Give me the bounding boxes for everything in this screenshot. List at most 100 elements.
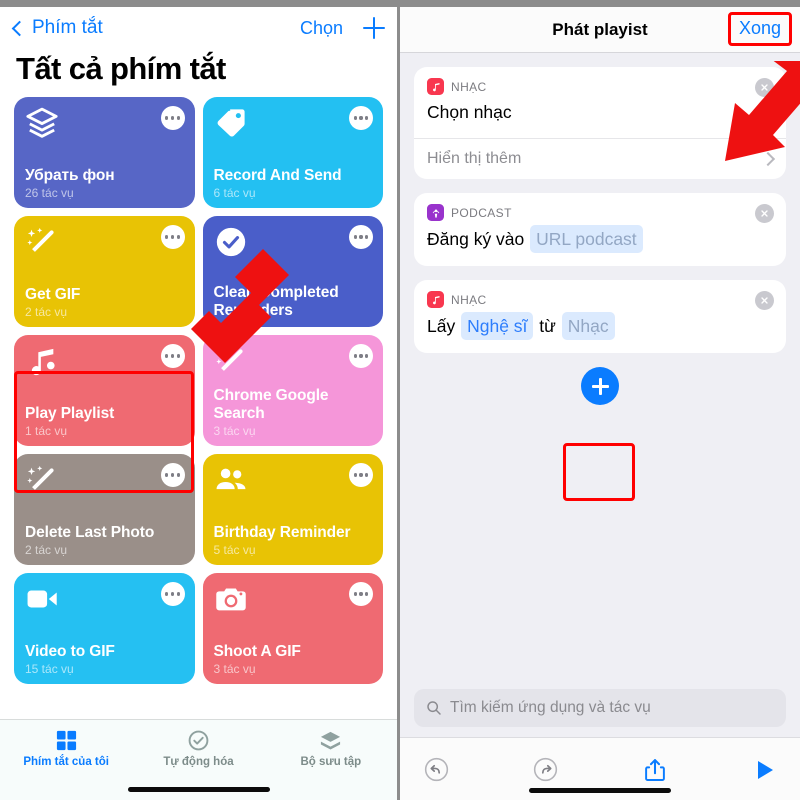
shortcut-card[interactable]: Clean Completed Reminders bbox=[202, 216, 383, 327]
action-description: Lấy Nghệ sĩ từ Nhạc bbox=[414, 308, 786, 353]
shortcut-subtitle: 1 tác vụ bbox=[25, 424, 68, 438]
action-remove-button[interactable] bbox=[755, 291, 774, 310]
shortcut-card[interactable]: Record And Send 6 tác vụ bbox=[202, 97, 383, 208]
action-description: Chọn nhạc bbox=[414, 95, 786, 138]
shortcut-more-button[interactable] bbox=[160, 225, 185, 249]
shortcut-title: Убрать фон bbox=[25, 166, 115, 184]
shortcut-title: Record And Send bbox=[213, 166, 342, 184]
tab-my-shortcuts[interactable]: Phím tắt của tôi bbox=[0, 728, 132, 768]
action-parameter-token[interactable]: URL podcast bbox=[530, 225, 643, 253]
shortcut-more-button[interactable] bbox=[160, 344, 185, 368]
action-card[interactable]: NHẠC Lấy Nghệ sĩ từ Nhạc bbox=[414, 280, 786, 353]
shortcut-title: Video to GIF bbox=[25, 642, 115, 660]
shortcut-card[interactable]: Chrome Google Search 3 tác vụ bbox=[202, 335, 383, 446]
action-app-name: NHẠC bbox=[451, 79, 487, 94]
tab-automation[interactable]: Tự động hóa bbox=[132, 728, 264, 768]
music-app-icon bbox=[427, 78, 444, 95]
add-action-row bbox=[400, 367, 800, 405]
shortcut-title: Shoot A GIF bbox=[213, 642, 301, 660]
shortcut-subtitle: 15 tác vụ bbox=[25, 662, 74, 676]
shortcut-title: Clean Completed Reminders bbox=[213, 284, 339, 319]
shortcut-more-button[interactable] bbox=[349, 106, 373, 130]
action-text: Lấy bbox=[427, 316, 456, 336]
play-icon[interactable] bbox=[752, 758, 776, 782]
shortcut-title: Birthday Reminder bbox=[213, 523, 351, 541]
editor-title: Phát playist bbox=[552, 19, 648, 39]
action-app-header: NHẠC bbox=[414, 67, 786, 95]
back-button-label: Phím tắt bbox=[32, 17, 103, 38]
shortcut-more-button[interactable] bbox=[349, 344, 373, 368]
magic-wand-icon bbox=[25, 463, 59, 497]
people-icon bbox=[214, 463, 248, 497]
done-button[interactable]: Xong bbox=[734, 16, 786, 41]
search-input[interactable]: Tìm kiếm ứng dụng và tác vụ bbox=[414, 689, 786, 727]
undo-icon[interactable] bbox=[424, 757, 449, 782]
screenshot-root: Tìm kiếm Phím tắt Chọn Tất cả phím tắt У… bbox=[0, 0, 800, 800]
chevron-left-icon bbox=[11, 20, 28, 36]
tab-label: Phím tắt của tôi bbox=[23, 756, 109, 768]
action-app-name: NHẠC bbox=[451, 292, 487, 307]
shortcut-subtitle: 5 tác vụ bbox=[213, 543, 256, 557]
shortcut-subtitle: 26 tác vụ bbox=[25, 186, 74, 200]
tab-label: Tự động hóa bbox=[163, 756, 234, 768]
shortcut-card[interactable]: Video to GIF 15 tác vụ bbox=[14, 573, 195, 684]
music-app-icon bbox=[427, 291, 444, 308]
add-action-button[interactable] bbox=[581, 367, 619, 405]
action-text: Đăng ký vào bbox=[427, 229, 525, 249]
action-card[interactable]: PODCAST Đăng ký vào URL podcast bbox=[414, 193, 786, 266]
shortcut-subtitle: 3 tác vụ bbox=[213, 662, 256, 676]
shortcut-more-button[interactable] bbox=[349, 463, 373, 487]
shortcut-subtitle: 2 tác vụ bbox=[25, 305, 68, 319]
back-button[interactable]: Phím tắt bbox=[11, 17, 103, 39]
video-camera-icon bbox=[25, 582, 59, 616]
action-card[interactable]: NHẠC Chọn nhạc Hiển thị thêm bbox=[414, 67, 786, 179]
shortcut-card[interactable]: Get GIF 2 tác vụ bbox=[14, 216, 195, 327]
shortcut-grid: Убрать фон 26 tác vụ Record And Send 6 tác … bbox=[0, 97, 397, 684]
shortcut-card[interactable]: Delete Last Photo 2 tác vụ bbox=[14, 454, 195, 565]
action-remove-button[interactable] bbox=[755, 204, 774, 223]
shortcut-more-button[interactable] bbox=[160, 463, 185, 487]
action-list: NHẠC Chọn nhạc Hiển thị thêm PODCAST Đăng k… bbox=[400, 67, 800, 353]
magic-wand-icon bbox=[25, 225, 59, 259]
shortcut-more-button[interactable] bbox=[160, 106, 185, 130]
shortcut-more-button[interactable] bbox=[160, 582, 185, 606]
shortcut-title: Chrome Google Search bbox=[213, 387, 329, 422]
action-parameter-token[interactable]: Nghệ sĩ bbox=[461, 312, 534, 340]
shortcut-card[interactable]: Убрать фон 26 tác vụ bbox=[14, 97, 195, 208]
action-remove-button[interactable] bbox=[755, 78, 774, 97]
search-icon bbox=[426, 700, 442, 716]
select-button[interactable]: Chọn bbox=[300, 18, 343, 39]
tab-gallery[interactable]: Bộ sưu tập bbox=[265, 728, 397, 768]
shortcut-subtitle: 2 tác vụ bbox=[25, 543, 68, 557]
right-bottom-area: Tìm kiếm ứng dụng và tác vụ bbox=[400, 689, 800, 800]
action-list-area: NHẠC Chọn nhạc Hiển thị thêm PODCAST Đăng k… bbox=[400, 53, 800, 800]
home-indicator bbox=[127, 787, 270, 792]
bottom-tab-bar: Phím tắt của tôi Tự động hóa Bộ sưu tập bbox=[0, 719, 397, 800]
left-nav-actions: Chọn bbox=[300, 17, 385, 39]
layers-icon bbox=[319, 728, 342, 752]
action-app-header: PODCAST bbox=[414, 193, 786, 221]
page-title: Tất cả phím tắt bbox=[16, 51, 226, 86]
shortcut-subtitle: 3 tác vụ bbox=[213, 424, 256, 438]
share-icon[interactable] bbox=[642, 757, 668, 783]
left-phone-panel: Tìm kiếm Phím tắt Chọn Tất cả phím tắt У… bbox=[0, 7, 397, 800]
tag-icon bbox=[214, 106, 248, 140]
clock-check-icon bbox=[187, 728, 210, 752]
plus-icon[interactable] bbox=[363, 17, 385, 39]
action-text: Chọn nhạc bbox=[427, 102, 512, 122]
highlight-add-button bbox=[563, 443, 635, 501]
shortcut-more-button[interactable] bbox=[349, 225, 373, 249]
action-parameter-token[interactable]: Nhạc bbox=[561, 312, 615, 340]
home-indicator bbox=[529, 788, 671, 793]
magic-wand-icon bbox=[214, 344, 248, 378]
shortcut-more-button[interactable] bbox=[349, 582, 373, 606]
redo-icon[interactable] bbox=[533, 757, 558, 782]
shortcut-card[interactable]: Birthday Reminder 5 tác vụ bbox=[202, 454, 383, 565]
action-show-more[interactable]: Hiển thị thêm bbox=[414, 138, 786, 179]
shortcut-card[interactable]: Play Playlist 1 tác vụ bbox=[14, 335, 195, 446]
podcast-app-icon bbox=[427, 204, 444, 221]
shortcut-title: Play Playlist bbox=[25, 404, 115, 422]
shortcut-card[interactable]: Shoot A GIF 3 tác vụ bbox=[202, 573, 383, 684]
shortcut-subtitle: 6 tác vụ bbox=[213, 186, 256, 200]
check-circle-icon bbox=[214, 225, 248, 259]
